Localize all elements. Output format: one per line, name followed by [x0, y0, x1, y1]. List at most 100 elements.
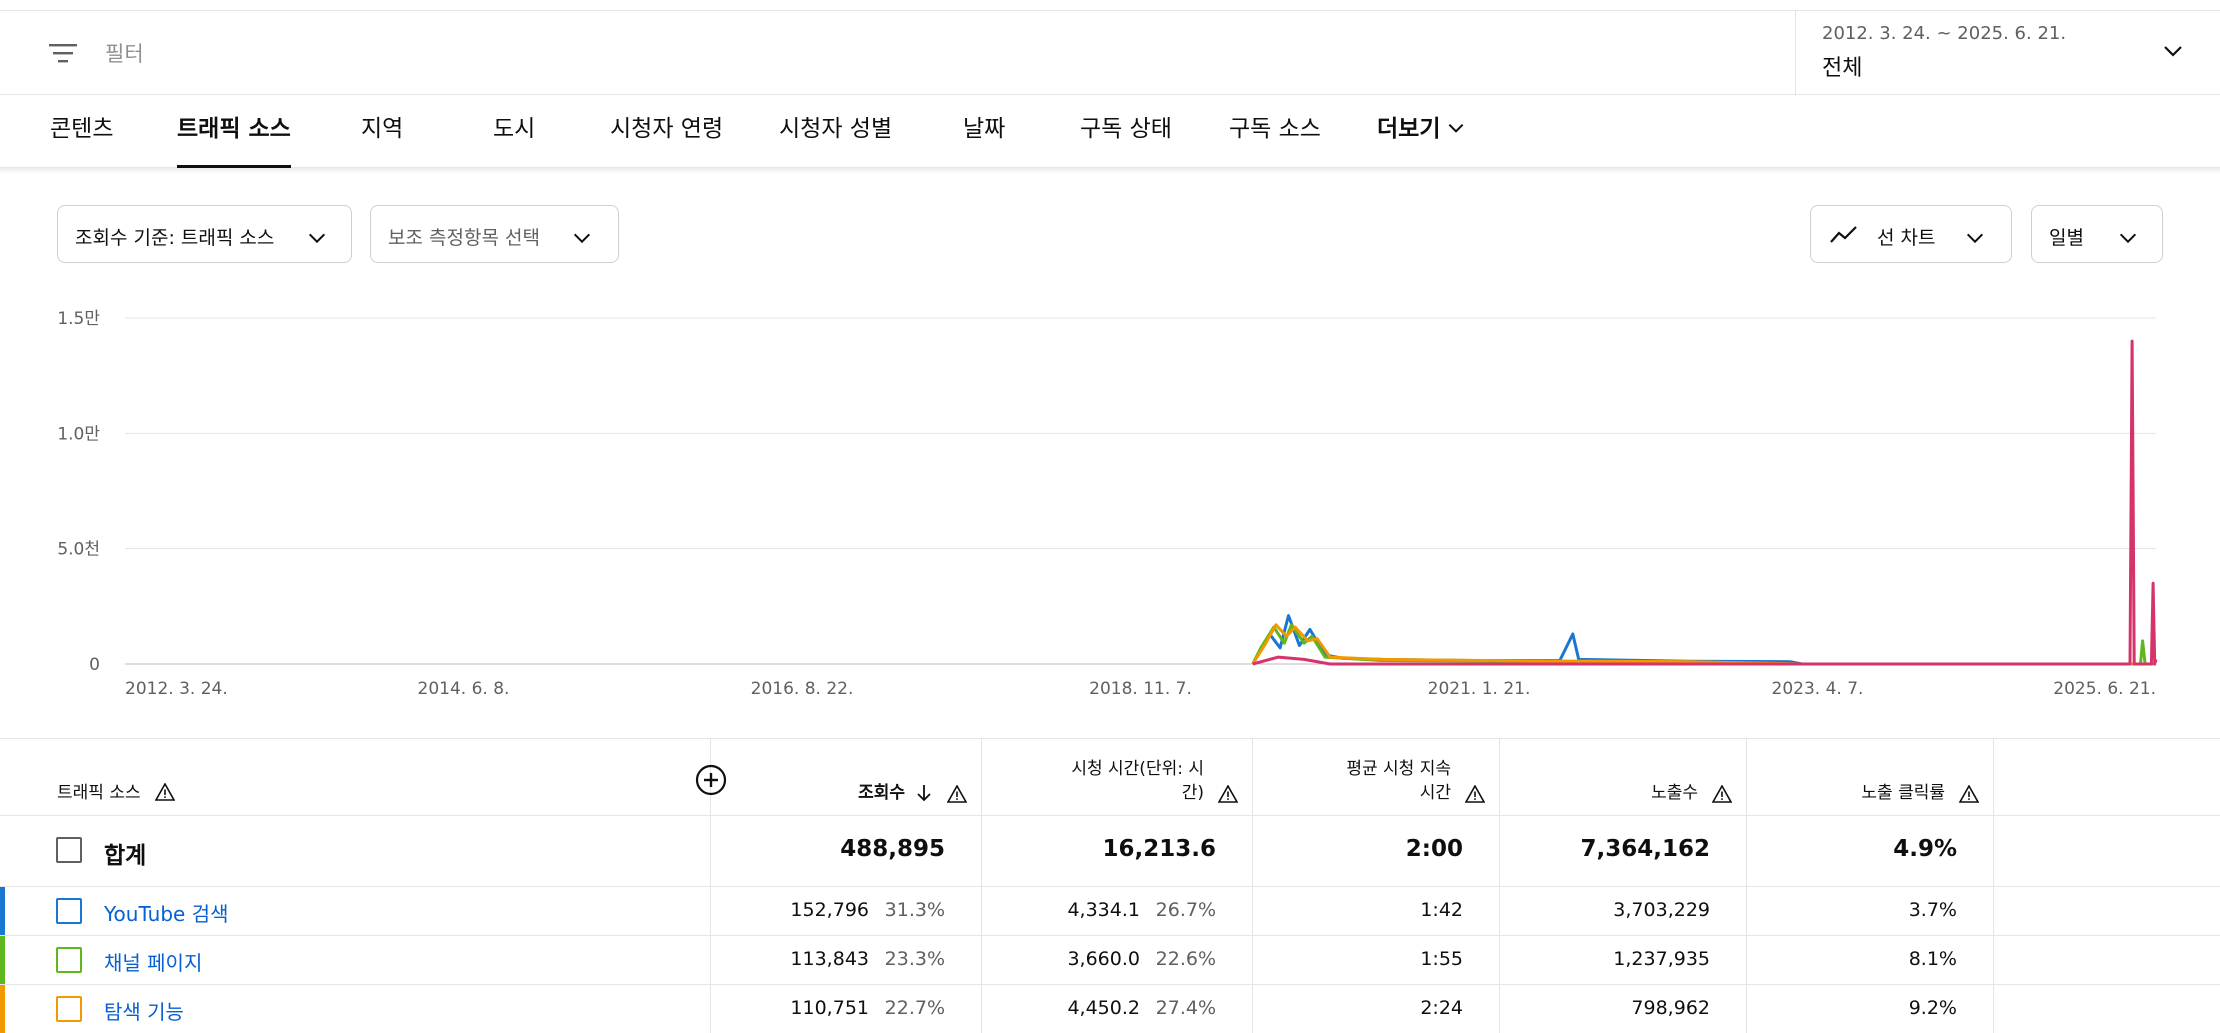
row-watch-time: 4,334.1 [1067, 899, 1140, 921]
row-views-cell: 110,751 22.7% [711, 985, 982, 1033]
warning-icon [1712, 785, 1732, 803]
x-tick-label: 2018. 11. 7. [1089, 679, 1192, 699]
row-views: 110,751 [790, 997, 869, 1019]
row-name-cell: 탐색 기능 [0, 985, 711, 1033]
warning-icon [1465, 785, 1485, 803]
x-tick-label: 2025. 6. 21. [2053, 679, 2156, 699]
traffic-source-link[interactable]: 탐색 기능 [104, 996, 184, 1025]
row-watch-pct: 22.6% [1155, 948, 1216, 970]
total-label-cell: 합계 [0, 816, 711, 886]
row-checkbox[interactable] [56, 996, 82, 1022]
header-views[interactable]: 조회수 [711, 739, 982, 815]
metric-dropdown-label: 조회수 기준: 트래픽 소스 [75, 227, 275, 249]
row-checkbox[interactable] [56, 898, 82, 924]
header-impressions[interactable]: 노출수 [1500, 739, 1747, 815]
warning-icon [1959, 785, 1979, 803]
chart-type-label: 선 차트 [1877, 227, 1936, 249]
date-range-picker[interactable]: 2012. 3. 24. ~ 2025. 6. 21. 전체 [1795, 11, 2220, 96]
row-watch-cell: 4,334.1 26.7% [982, 887, 1253, 935]
chevron-down-icon [1966, 233, 1984, 244]
x-tick-label: 2016. 8. 22. [751, 679, 854, 699]
x-tick-label: 2012. 3. 24. [125, 679, 228, 699]
row-ctr: 3.7% [1908, 899, 1957, 921]
filter-bar: 필터 2012. 3. 24. ~ 2025. 6. 21. 전체 [0, 10, 2220, 96]
row-views: 113,843 [790, 948, 869, 970]
total-checkbox[interactable] [56, 837, 82, 863]
series-line [1251, 623, 2156, 666]
x-tick-label: 2023. 4. 7. [1772, 679, 1864, 699]
traffic-source-link[interactable]: 채널 페이지 [104, 947, 202, 976]
row-watch-cell: 4,450.2 27.4% [982, 985, 1253, 1033]
tab-traffic-source[interactable]: 트래픽 소스 [177, 96, 291, 168]
tab-bar-shadow [0, 168, 2220, 174]
y-tick-label: 1.0만 [57, 424, 100, 444]
views-line-chart: 1.5만 1.0만 5.0천 0 2012. 3. 24. 2014. 6. 8. 2016… [57, 309, 2158, 699]
tab-more[interactable]: 더보기 [1377, 96, 1466, 168]
line-chart-icon [1830, 226, 1857, 243]
row-views-pct: 31.3% [884, 899, 945, 921]
row-ctr-cell: 9.2% [1747, 985, 1994, 1033]
row-impressions: 798,962 [1631, 997, 1710, 1019]
row-name-cell: 채널 페이지 [0, 936, 711, 984]
row-watch-time: 3,660.0 [1067, 948, 1140, 970]
row-ctr: 8.1% [1908, 948, 1957, 970]
row-impressions: 3,703,229 [1613, 899, 1710, 921]
chart-type-dropdown[interactable]: 선 차트 [1810, 205, 2012, 263]
header-avg-line2: 시간 [1419, 783, 1451, 803]
table-row-total: 합계 488,895 16,213.6 2:00 7,364,162 4.9% [0, 815, 2220, 886]
row-ctr: 9.2% [1908, 997, 1957, 1019]
row-watch-pct: 27.4% [1155, 997, 1216, 1019]
filter-input[interactable]: 필터 [105, 38, 144, 68]
header-impressions-label: 노출수 [1651, 783, 1698, 803]
tab-date[interactable]: 날짜 [963, 96, 1005, 168]
header-dimension-label: 트래픽 소스 [57, 783, 141, 803]
filter-icon[interactable] [48, 41, 78, 65]
metric-dropdown[interactable]: 조회수 기준: 트래픽 소스 [57, 205, 352, 263]
header-dimension: 트래픽 소스 [0, 739, 727, 815]
traffic-source-table: 트래픽 소스 조회수 시청 시간(단위: 시 간) 평균 시청 지속 시간 노출… [0, 738, 2220, 1033]
row-avg-cell: 2:24 [1253, 985, 1500, 1033]
total-ctr: 4.9% [1893, 836, 1957, 862]
tab-content[interactable]: 콘텐츠 [50, 96, 113, 168]
total-views: 488,895 [840, 836, 945, 862]
total-impressions: 7,364,162 [1580, 836, 1711, 862]
total-label: 합계 [104, 843, 147, 869]
tab-viewer-age[interactable]: 시청자 연령 [610, 96, 723, 168]
header-watch-time-label: 시청 시간(단위: 시 간) [1071, 757, 1204, 805]
row-watch-time: 4,450.2 [1067, 997, 1140, 1019]
header-ctr[interactable]: 노출 클릭률 [1747, 739, 1994, 815]
y-tick-label: 1.5만 [57, 309, 100, 329]
row-avg-duration: 1:42 [1420, 899, 1463, 921]
header-watch-time[interactable]: 시청 시간(단위: 시 간) [982, 739, 1253, 815]
total-impr-cell: 7,364,162 [1500, 816, 1747, 886]
row-impr-cell: 798,962 [1500, 985, 1747, 1033]
tab-viewer-gender[interactable]: 시청자 성별 [779, 96, 892, 168]
sort-down-icon[interactable] [915, 783, 933, 803]
tab-subscription-status[interactable]: 구독 상태 [1080, 96, 1172, 168]
total-avg-cell: 2:00 [1253, 816, 1500, 886]
total-watch-cell: 16,213.6 [982, 816, 1253, 886]
tab-subscription-source[interactable]: 구독 소스 [1229, 96, 1321, 168]
row-checkbox[interactable] [56, 947, 82, 973]
header-avg-view-duration[interactable]: 평균 시청 지속 시간 [1253, 739, 1500, 815]
row-views-cell: 152,796 31.3% [711, 887, 982, 935]
granularity-dropdown[interactable]: 일별 [2031, 205, 2163, 263]
chevron-down-icon [2164, 46, 2182, 57]
date-range-text: 2012. 3. 24. ~ 2025. 6. 21. [1822, 23, 2067, 44]
row-views: 152,796 [790, 899, 869, 921]
secondary-metric-dropdown[interactable]: 보조 측정항목 선택 [370, 205, 619, 263]
x-tick-label: 2014. 6. 8. [418, 679, 510, 699]
total-avg-duration: 2:00 [1405, 836, 1463, 862]
views-chart: 1.5만 1.0만 5.0천 0 2012. 3. 24. 2014. 6. 8. 2016… [0, 290, 2220, 710]
tab-geography[interactable]: 지역 [361, 96, 403, 168]
row-impressions: 1,237,935 [1613, 948, 1710, 970]
row-ctr-cell: 3.7% [1747, 887, 1994, 935]
row-impr-cell: 3,703,229 [1500, 887, 1747, 935]
row-name-cell: YouTube 검색 [0, 887, 711, 935]
tab-city[interactable]: 도시 [493, 96, 535, 168]
traffic-source-link[interactable]: YouTube 검색 [104, 898, 229, 927]
total-views-cell: 488,895 [711, 816, 982, 886]
row-views-pct: 22.7% [884, 997, 945, 1019]
y-tick-label: 0 [89, 655, 100, 675]
tab-more-label: 더보기 [1377, 116, 1441, 142]
